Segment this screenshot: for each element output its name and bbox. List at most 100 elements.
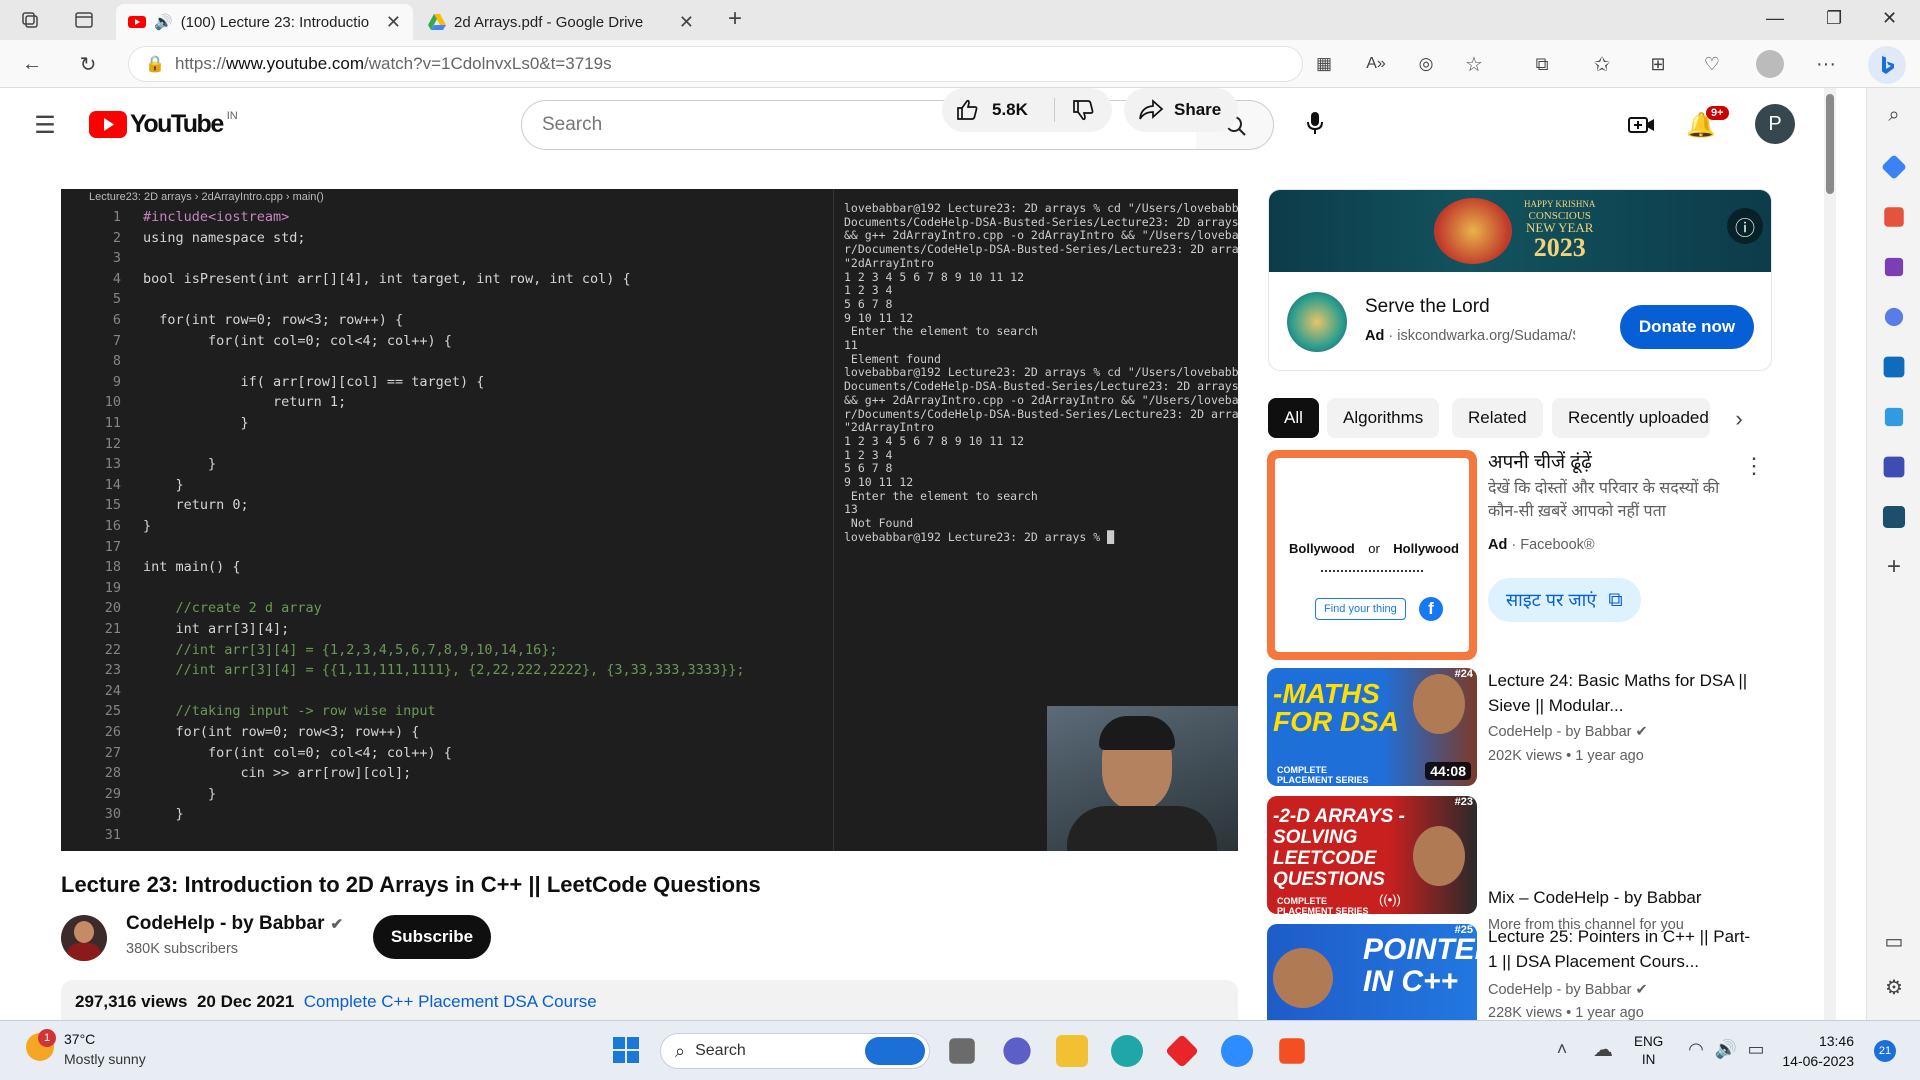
microsoft-store-icon[interactable]	[1279, 1038, 1305, 1064]
url-input[interactable]: 🔒 https://www.youtube.com/watch?v=1Cdoln…	[128, 46, 1303, 82]
new-tab-icon[interactable]: +	[722, 5, 748, 32]
share-button[interactable]: Share	[1124, 88, 1238, 132]
read-aloud-icon[interactable]: A»	[1364, 52, 1388, 76]
tracking-prevention-icon[interactable]: ◎	[1414, 52, 1438, 76]
profile-avatar-icon[interactable]	[1756, 50, 1784, 78]
tab-google-drive[interactable]: 2d Arrays.pdf - Google Drive ✕	[416, 4, 706, 40]
onedrive-cloud-icon[interactable]: ☁	[1590, 1037, 1616, 1061]
favorites-icon[interactable]: ✩	[1590, 52, 1614, 76]
rec-channel[interactable]: CodeHelp - by Babbar ✔	[1488, 982, 1648, 998]
clock[interactable]: 13:46 14-06-2023	[1774, 1031, 1854, 1071]
scrollbar-thumb[interactable]	[1826, 94, 1834, 194]
close-window-icon[interactable]: ✕	[1882, 8, 1897, 29]
rec-title[interactable]: Lecture 25: Pointers in C++ || Part-1 ||…	[1488, 924, 1758, 974]
weather-temp[interactable]: 37°C	[64, 1031, 95, 1047]
hamburger-menu-icon[interactable]: ☰	[32, 112, 58, 139]
start-button-icon[interactable]	[612, 1036, 640, 1064]
create-video-icon[interactable]	[1627, 110, 1657, 140]
visit-site-label: साइट पर जाएं	[1506, 590, 1597, 610]
sidebar-list-icon[interactable]	[1883, 456, 1905, 478]
file-explorer-icon[interactable]	[1056, 1035, 1088, 1067]
collections-icon[interactable]: ⊞	[1646, 52, 1670, 76]
teams-chat-icon[interactable]	[1003, 1037, 1031, 1065]
workspaces-icon[interactable]	[18, 8, 42, 32]
more-options-icon[interactable]: ···	[1814, 52, 1838, 76]
sidebar-outlook-icon[interactable]	[1883, 356, 1905, 378]
playlist-link[interactable]: Complete C++ Placement DSA Course	[304, 992, 597, 1011]
video-player[interactable]: Lecture23: 2D arrays › 2dArrayIntro.cpp …	[61, 189, 1238, 851]
rec-thumbnail[interactable]: POINTERS IN C++ #25	[1267, 924, 1477, 1020]
youtube-logo[interactable]: YouTube IN	[89, 110, 238, 139]
chip-all[interactable]: All	[1268, 398, 1319, 438]
tab-youtube[interactable]: 🔊 (100) Lecture 23: Introductio ✕	[116, 4, 413, 40]
edge-taskbar-icon[interactable]	[1111, 1035, 1143, 1067]
sidebar-shopping-icon[interactable]	[1881, 154, 1907, 180]
battery-icon[interactable]: ▭	[1744, 1037, 1768, 1061]
rec-thumbnail[interactable]: -MATHS FOR DSA COMPLETE PLACEMENT SERIES…	[1267, 668, 1477, 786]
favorite-star-icon[interactable]: ☆	[1462, 52, 1486, 76]
ad-card-iskcon[interactable]: HAPPY KRISHNA CONSCIOUS NEW YEAR 2023 ⓘ …	[1268, 189, 1772, 371]
sidebar-settings-icon[interactable]: ⚙	[1881, 974, 1907, 1000]
like-button[interactable]: 5.8K	[942, 88, 1054, 132]
ad-facebook-thumbnail[interactable]: Bollywood or Hollywood Find your thing f	[1267, 450, 1477, 660]
description-box[interactable]: 297,316 views 20 Dec 2021 Complete C++ P…	[61, 980, 1238, 1020]
browser-chrome: 🔊 (100) Lecture 23: Introductio ✕ 2d Arr…	[0, 0, 1920, 88]
sidebar-tools-icon[interactable]	[1884, 207, 1904, 227]
app-red-diamond-icon[interactable]	[1165, 1034, 1199, 1068]
sidebar-microsoft365-icon[interactable]	[1884, 307, 1904, 327]
channel-name[interactable]: CodeHelp - by Babbar ✔	[126, 913, 343, 935]
ad-info-icon[interactable]: ⓘ	[1727, 208, 1763, 244]
sidebar-search-icon[interactable]: ⌕	[1881, 102, 1907, 128]
refresh-icon[interactable]: ↻	[76, 52, 100, 76]
code-line: 30 }	[61, 804, 833, 824]
verified-icon: ✔	[1635, 724, 1648, 740]
sidebar-h-icon[interactable]	[1882, 505, 1906, 529]
ad2-title[interactable]: अपनी चीजें ढूंढ़ें	[1488, 450, 1758, 475]
show-hidden-icons-chevron[interactable]: ˄	[1552, 1037, 1572, 1061]
rec-title[interactable]: Lecture 24: Basic Maths for DSA || Sieve…	[1488, 668, 1758, 718]
notification-center-badge[interactable]: 21	[1874, 1040, 1896, 1062]
bing-copilot-icon[interactable]	[1868, 46, 1906, 84]
rec-thumbnail[interactable]: -2-D ARRAYS -SOLVING LEETCODE QUESTIONS …	[1267, 796, 1477, 914]
line-number: 2	[112, 229, 121, 246]
sidebar-games-icon[interactable]	[1884, 257, 1904, 277]
rec-title[interactable]: Mix – CodeHelp - by Babbar	[1488, 885, 1758, 910]
dislike-button[interactable]	[1055, 88, 1112, 132]
extensions-icon[interactable]: ⧉	[1530, 52, 1554, 76]
rec-episode-badge: #24	[1454, 668, 1473, 680]
sidebar-layout-icon[interactable]: ▭	[1881, 928, 1907, 954]
maximize-icon[interactable]: ❐	[1826, 8, 1842, 29]
browser-essentials-icon[interactable]: ♡	[1700, 52, 1724, 76]
minimize-icon[interactable]: —	[1766, 8, 1784, 29]
chips-next-chevron-icon[interactable]: ›	[1726, 406, 1752, 432]
speaker-icon[interactable]: 🔊	[154, 13, 173, 31]
close-tab-icon[interactable]: ✕	[386, 12, 401, 33]
page-scrollbar[interactable]	[1824, 88, 1836, 1020]
chip-algorithms[interactable]: Algorithms	[1327, 398, 1440, 438]
sidebar-send-icon[interactable]	[1884, 407, 1904, 427]
language-indicator[interactable]: ENG IN	[1634, 1033, 1663, 1069]
bing-search-icon	[865, 1037, 925, 1065]
volume-icon[interactable]: 🔊	[1714, 1037, 1738, 1061]
help-app-icon[interactable]	[1221, 1035, 1253, 1067]
chip-related[interactable]: Related	[1452, 398, 1543, 438]
tab-actions-icon[interactable]	[72, 8, 96, 32]
donate-now-button[interactable]: Donate now	[1620, 305, 1754, 349]
visit-site-button[interactable]: साइट पर जाएं ⧉	[1488, 578, 1641, 622]
close-tab-icon[interactable]: ✕	[679, 12, 694, 33]
chip-recently-uploaded[interactable]: Recently uploaded	[1552, 398, 1710, 438]
wifi-icon[interactable]: ◠	[1684, 1037, 1708, 1061]
app-available-icon[interactable]: ▦	[1312, 52, 1336, 76]
ad2-more-options-icon[interactable]: ⋮	[1743, 453, 1765, 478]
channel-avatar[interactable]	[61, 915, 107, 961]
account-avatar[interactable]: P	[1755, 104, 1795, 144]
voice-search-mic-icon[interactable]	[1294, 102, 1336, 144]
back-icon[interactable]: ←	[20, 52, 44, 76]
task-view-icon[interactable]	[949, 1038, 975, 1064]
subscribe-button[interactable]: Subscribe	[373, 915, 491, 959]
line-number: 30	[104, 806, 121, 823]
taskbar-search[interactable]: ⌕ Search	[660, 1033, 930, 1069]
line-number: 1	[112, 209, 121, 225]
rec-channel[interactable]: CodeHelp - by Babbar ✔	[1488, 724, 1648, 740]
sidebar-add-icon[interactable]: +	[1881, 553, 1907, 580]
